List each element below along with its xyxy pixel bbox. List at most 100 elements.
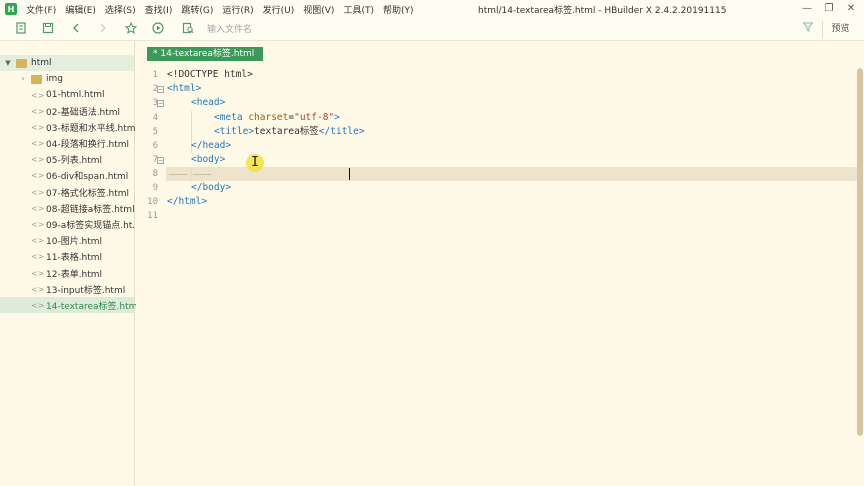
menu-file[interactable]: 文件(F) (26, 3, 56, 16)
code-editor[interactable]: * 14-textarea标签.html 1 2 3 4 5 6 7 8 9 1… (136, 41, 864, 486)
html-file-icon: <> (31, 203, 45, 213)
browser-preview-icon[interactable] (181, 22, 195, 36)
minimize-button[interactable]: — (800, 2, 814, 16)
title-bar: H 文件(F) 编辑(E) 选择(S) 查找(I) 跳转(G) 运行(R) 发行… (0, 0, 864, 18)
html-file-icon: <> (31, 300, 45, 310)
menu-edit[interactable]: 编辑(E) (65, 3, 96, 16)
menu-bar: 文件(F) 编辑(E) 选择(S) 查找(I) 跳转(G) 运行(R) 发行(U… (26, 3, 423, 16)
meta-tag-close: > (334, 112, 340, 123)
html-file-icon: <> (31, 138, 45, 148)
project-name: html (31, 58, 52, 68)
tree-file[interactable]: <> 10-图片.html (0, 232, 134, 248)
title-close-tag: </title> (318, 126, 365, 137)
fold-toggle-icon[interactable]: − (157, 157, 164, 164)
restore-button[interactable]: ❐ (822, 2, 836, 16)
tab-bar: * 14-textarea标签.html (136, 41, 864, 63)
current-line-highlight (166, 167, 858, 181)
html-file-icon: <> (31, 251, 45, 261)
menu-publish[interactable]: 发行(U) (263, 3, 295, 16)
code-line-2: <html> (167, 82, 201, 96)
html-file-icon: <> (31, 90, 45, 100)
line-number: 10 (147, 197, 158, 207)
html-file-icon: <> (31, 187, 45, 197)
tree-file[interactable]: <> 12-表单.html (0, 265, 134, 281)
tree-item-label: 03-标题和水平线.html (46, 123, 139, 134)
head-close-tag: </head> (191, 140, 232, 151)
meta-tag-open: <meta (214, 112, 249, 123)
html-close-tag: </html> (167, 196, 208, 207)
html-file-icon: <> (31, 106, 45, 116)
line-number: 7 (152, 155, 158, 165)
back-icon[interactable] (69, 22, 83, 36)
tree-file[interactable]: <> 13-input标签.html (0, 281, 134, 297)
tree-file[interactable]: <> 05-列表.html (0, 151, 134, 167)
line-number: 1 (152, 70, 158, 80)
tree-item-label: 10-图片.html (46, 236, 103, 247)
tab-14-textarea[interactable]: * 14-textarea标签.html (147, 47, 263, 61)
line-number: 3 (152, 98, 158, 108)
tree-file[interactable]: <> 07-格式化标签.html (0, 184, 134, 200)
title-text: textarea标签 (254, 126, 319, 137)
run-icon[interactable] (151, 22, 165, 36)
filter-icon[interactable] (801, 22, 815, 36)
tree-file[interactable]: <> 11-表格.html (0, 248, 134, 264)
vertical-scrollbar[interactable] (857, 68, 863, 436)
close-button[interactable]: ✕ (844, 2, 858, 16)
tree-file-active[interactable]: <> 14-textarea标签.html (0, 297, 140, 313)
file-search-input[interactable] (203, 21, 783, 38)
code-line-4: <meta charset="utf-8"> (214, 111, 340, 125)
tree-folder-img[interactable]: › img (0, 71, 134, 87)
save-icon[interactable] (41, 22, 55, 36)
tree-file[interactable]: <> 09-a标签实现锚点.ht... (0, 216, 141, 232)
tree-file[interactable]: <> 01-html.html (0, 87, 134, 103)
new-file-icon[interactable] (14, 22, 28, 36)
html-file-icon: <> (31, 170, 45, 180)
html-open-tag: <html> (167, 83, 202, 94)
fold-toggle-icon[interactable]: − (157, 86, 164, 93)
tree-file[interactable]: <> 02-基础语法.html (0, 103, 134, 119)
menu-select[interactable]: 选择(S) (105, 3, 136, 16)
forward-icon[interactable] (96, 22, 110, 36)
menu-help[interactable]: 帮助(Y) (383, 3, 414, 16)
tree-item-label: 13-input标签.html (46, 285, 126, 296)
charset-value: "utf-8" (294, 112, 335, 123)
tree-item-label: 11-表格.html (46, 252, 103, 263)
code-line-9: </body> (191, 181, 231, 195)
menu-find[interactable]: 查找(I) (145, 3, 173, 16)
tree-item-label: 12-表单.html (46, 269, 103, 280)
preview-button[interactable]: 预览 (822, 21, 858, 38)
menu-tools[interactable]: 工具(T) (343, 3, 374, 16)
text-caret (349, 168, 350, 180)
hbuilder-logo-icon: H (5, 3, 17, 15)
tree-file[interactable]: <> 06-div和span.html (0, 167, 134, 183)
chevron-right-icon[interactable]: › (18, 75, 28, 83)
html-file-icon: <> (31, 235, 45, 245)
code-line-10: </html> (167, 195, 207, 209)
code-line-5: <title>textarea标签</title> (214, 125, 365, 139)
tree-item-label: 06-div和span.html (46, 171, 129, 182)
tree-file[interactable]: <> 04-段落和换行.html (0, 135, 134, 151)
html-file-icon: <> (31, 122, 45, 132)
toolbar: 预览 (0, 18, 864, 41)
window-title: html/14-textarea标签.html - HBuilder X 2.4… (478, 6, 727, 16)
body-open-tag: <body> (191, 154, 226, 165)
head-open-tag: <head> (191, 97, 226, 108)
line-number: 8 (152, 169, 158, 179)
doctype: <!DOCTYPE html> (167, 69, 253, 80)
tree-item-label: 08-超链接a标签.html (46, 204, 135, 215)
project-root[interactable]: ▼ html (0, 55, 134, 71)
menu-view[interactable]: 视图(V) (303, 3, 334, 16)
tree-item-label: 07-格式化标签.html (46, 188, 130, 199)
body-close-tag: </body> (191, 182, 232, 193)
line-number: 9 (152, 183, 158, 193)
menu-goto[interactable]: 跳转(G) (181, 3, 213, 16)
menu-run[interactable]: 运行(R) (222, 3, 253, 16)
chevron-down-icon[interactable]: ▼ (3, 59, 13, 67)
line-number: 2 (152, 84, 158, 94)
tree-item-label: 05-列表.html (46, 155, 103, 166)
tree-file[interactable]: <> 08-超链接a标签.html (0, 200, 135, 216)
whitespace-marker (169, 174, 187, 175)
tree-file[interactable]: <> 03-标题和水平线.html (0, 119, 138, 135)
star-icon[interactable] (124, 21, 138, 36)
fold-toggle-icon[interactable]: − (157, 100, 164, 107)
